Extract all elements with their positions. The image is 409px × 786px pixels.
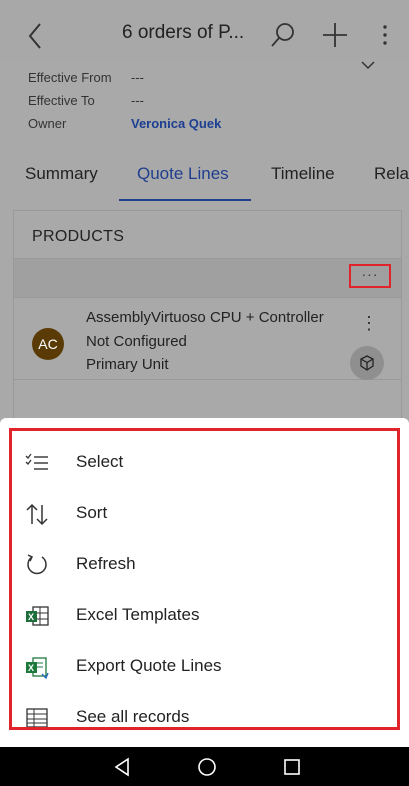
product-list-item[interactable]: AC AssemblyVirtuoso CPU + Controller Not… (14, 299, 401, 380)
add-icon[interactable] (320, 20, 350, 50)
owner-link[interactable]: Veronica Quek (131, 116, 221, 131)
cube-icon (360, 355, 374, 371)
product-type-badge (350, 346, 384, 380)
tab-related[interactable]: Rela (374, 164, 409, 184)
field-value: --- (131, 70, 144, 85)
nav-home-icon[interactable] (195, 755, 219, 779)
field-label: Owner (28, 116, 67, 131)
tab-bar: Summary Quote Lines Timeline Rela (0, 150, 409, 200)
tab-quote-lines[interactable]: Quote Lines (137, 164, 229, 184)
search-icon[interactable] (268, 20, 298, 50)
system-nav-bar (0, 747, 409, 786)
app-header: 6 orders of P... (0, 0, 409, 66)
products-panel: PRODUCTS ··· AC AssemblyVirtuoso CPU + C… (13, 210, 402, 420)
chevron-down-icon[interactable] (360, 60, 376, 70)
record-fields: Effective From --- Effective To --- Owner V… (0, 60, 409, 144)
products-heading: PRODUCTS (32, 228, 125, 245)
row-more-button[interactable]: ⋮ (360, 313, 378, 334)
page-title: 6 orders of P... (122, 22, 245, 43)
tab-timeline[interactable]: Timeline (271, 164, 335, 184)
back-arrow-icon[interactable] (22, 18, 52, 54)
products-toolbar: ··· (14, 258, 401, 298)
products-more-button[interactable]: ··· (349, 264, 391, 288)
active-tab-indicator (119, 199, 251, 201)
product-unit: Primary Unit (86, 356, 169, 373)
more-options-icon[interactable] (370, 20, 400, 50)
avatar: AC (32, 328, 64, 360)
product-status: Not Configured (86, 333, 187, 350)
tab-summary[interactable]: Summary (25, 164, 98, 184)
nav-recents-icon[interactable] (280, 755, 304, 779)
product-name: AssemblyVirtuoso CPU + Controller (86, 309, 324, 326)
field-value: --- (131, 93, 144, 108)
field-row: Owner Veronica Quek (28, 116, 221, 131)
highlight-box (9, 428, 400, 730)
field-label: Effective From (28, 70, 112, 85)
nav-back-icon[interactable] (110, 755, 134, 779)
field-row: Effective To --- (28, 93, 144, 108)
field-label: Effective To (28, 93, 95, 108)
field-row: Effective From --- (28, 70, 144, 85)
